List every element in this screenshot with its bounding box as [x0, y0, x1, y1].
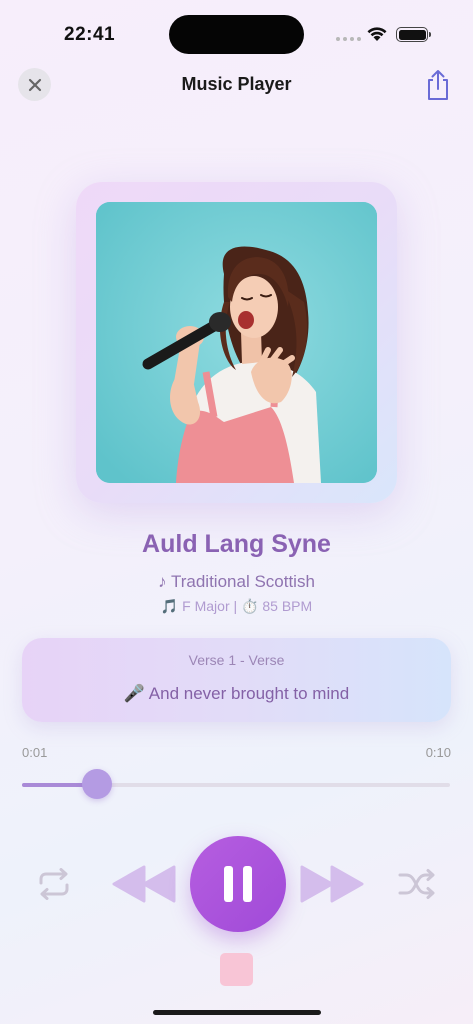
album-art-frame [76, 182, 397, 503]
fast-forward-button[interactable] [298, 862, 366, 906]
stop-button[interactable] [220, 953, 253, 986]
elapsed-time: 0:01 [22, 745, 48, 760]
status-bar: 22:41 [0, 0, 473, 60]
wifi-icon [366, 25, 388, 47]
pause-button[interactable] [190, 836, 286, 932]
dynamic-island [169, 15, 304, 54]
home-indicator [153, 1010, 321, 1015]
share-icon [428, 70, 448, 100]
page-title: Music Player [181, 74, 292, 94]
track-meta: 🎵 F Major | ⏱️ 85 BPM [160, 598, 313, 614]
lyrics-card: Verse 1 - Verse 🎤 And never brought to m… [22, 638, 451, 722]
battery-icon [396, 27, 431, 42]
verse-label: Verse 1 - Verse [188, 652, 285, 668]
rewind-icon [112, 865, 176, 903]
shuffle-button[interactable] [396, 866, 438, 902]
repeat-button[interactable] [34, 866, 74, 902]
progress-thumb[interactable] [81, 769, 112, 799]
artist-name: ♪ Traditional Scottish [158, 572, 315, 591]
fast-forward-icon [300, 865, 364, 903]
share-button[interactable] [424, 68, 452, 102]
total-time: 0:10 [425, 745, 451, 760]
repeat-icon [39, 868, 69, 900]
rewind-button[interactable] [110, 862, 178, 906]
shuffle-icon [398, 869, 435, 899]
status-time: 22:41 [64, 24, 116, 45]
cellular-signal-icon [336, 37, 361, 41]
album-art [96, 202, 377, 483]
nav-bar: Music Player [0, 64, 473, 108]
playback-controls [0, 836, 473, 932]
current-lyric-line: 🎤 And never brought to mind [123, 684, 350, 703]
song-title: Auld Lang Syne [142, 530, 331, 558]
pause-icon [224, 866, 252, 902]
